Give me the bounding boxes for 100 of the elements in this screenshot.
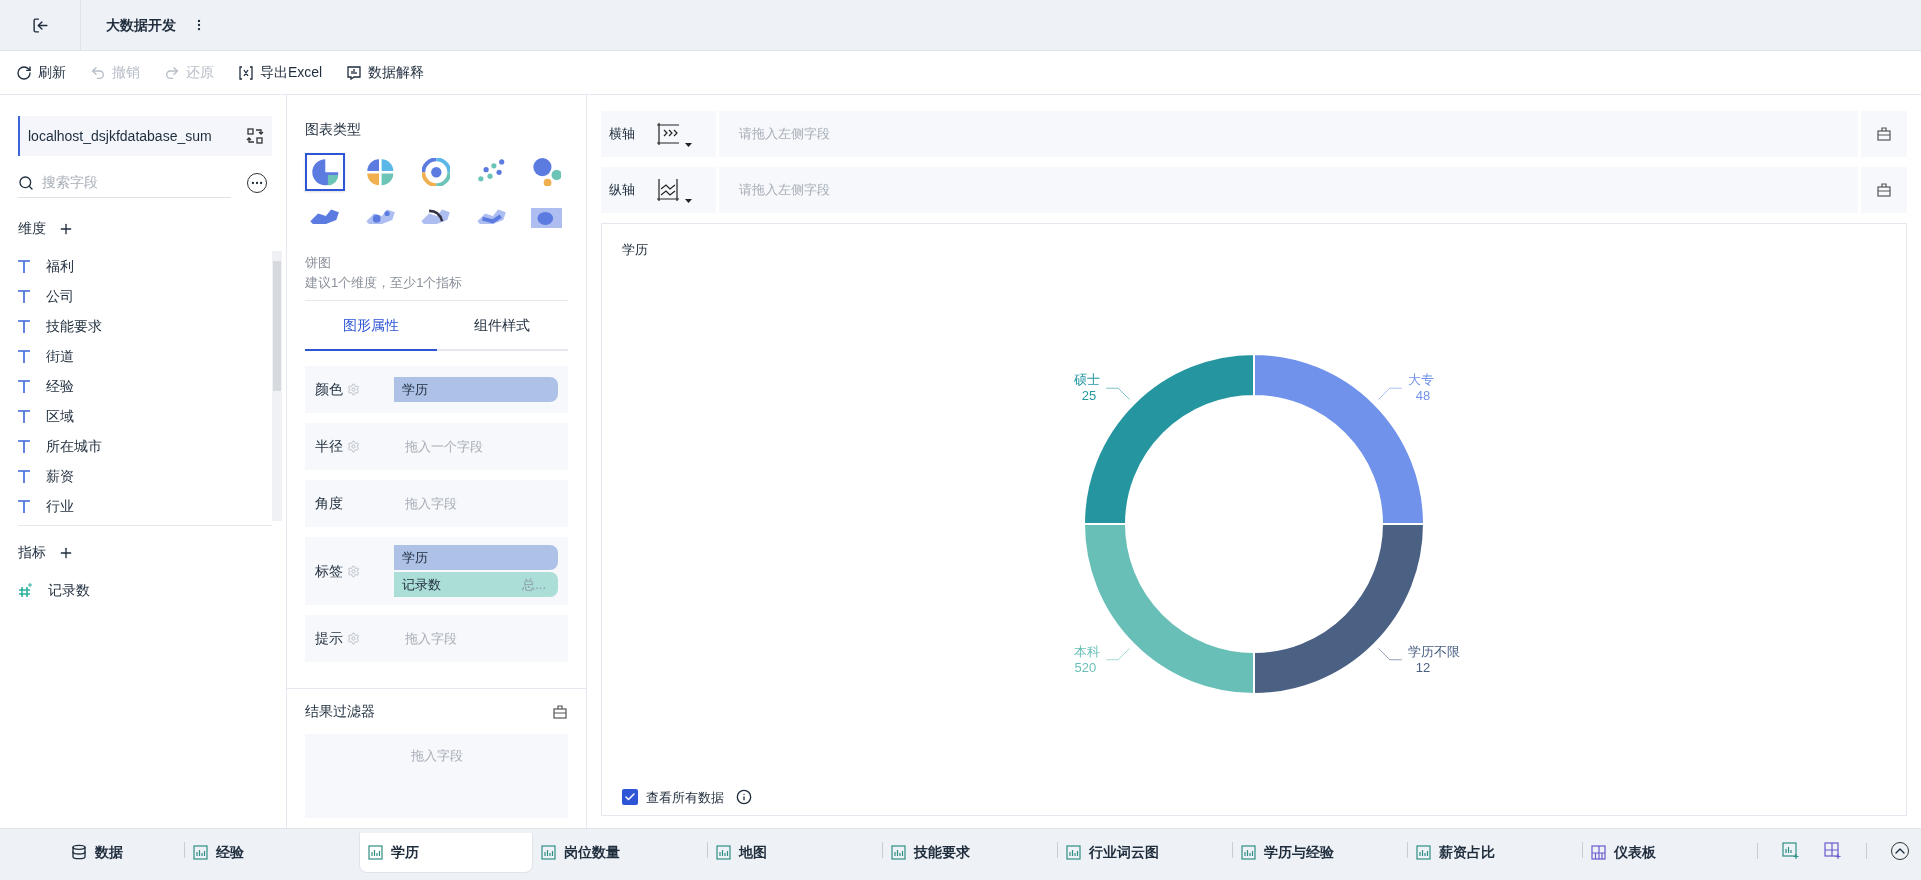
field-item[interactable]: 行业	[18, 491, 272, 521]
sheet-tab[interactable]: 薪资占比	[1408, 832, 1582, 872]
data-source[interactable]: localhost_dsjkfdatabase_sum	[18, 116, 272, 156]
field-item[interactable]: 薪资	[18, 461, 272, 491]
search-icon	[18, 174, 34, 191]
field-item[interactable]: 经验	[18, 371, 272, 401]
drop-placeholder: 拖入字段	[410, 747, 463, 765]
caret-icon	[685, 199, 692, 203]
field-item[interactable]: 区域	[18, 401, 272, 431]
aggregation-label: 总...	[522, 575, 546, 594]
chart-type-icon	[421, 157, 451, 187]
field-name: 技能要求	[46, 316, 102, 336]
text-type-icon	[18, 379, 30, 393]
search-field[interactable]: 搜索字段	[18, 168, 231, 198]
field-name: 经验	[46, 376, 74, 396]
field-item[interactable]: 福利	[18, 251, 272, 281]
switch-icon[interactable]	[246, 127, 264, 145]
property-drop-field[interactable]: 角度 拖入字段	[305, 480, 568, 527]
sheet-tab[interactable]: 技能要求	[883, 832, 1057, 872]
drop-placeholder: 拖入字段	[405, 494, 457, 513]
sheet-tab[interactable]: 行业词云图	[1058, 832, 1232, 872]
axis-tool-area[interactable]	[1861, 167, 1907, 213]
caret-icon	[685, 143, 692, 147]
spreadsheet-icon	[238, 64, 254, 81]
field-item[interactable]: 所在城市	[18, 431, 272, 461]
sheet-tab[interactable]: 岗位数量	[533, 832, 707, 872]
axis-icon	[655, 177, 681, 203]
toolbox-icon	[1876, 182, 1892, 198]
section-title: 指标	[18, 543, 46, 562]
leader-line	[1377, 387, 1403, 400]
chart-hint: 建议1个维度，至少1个指标	[305, 273, 464, 292]
text-type-icon	[18, 409, 30, 423]
slice-label: 学历不限	[1407, 643, 1460, 659]
database-icon	[71, 844, 87, 860]
info-icon[interactable]	[736, 789, 752, 806]
axis-tool-area[interactable]	[1861, 111, 1907, 157]
refresh-icon	[16, 64, 32, 81]
property-drop-field[interactable]: 标签 学历 记录数 总...	[305, 537, 568, 605]
axis-type-button[interactable]	[655, 121, 692, 147]
bar-chart-icon	[1066, 844, 1081, 860]
chart-type-icon	[532, 157, 561, 187]
field-item[interactable]: 公司	[18, 281, 272, 311]
toolbox-icon[interactable]	[552, 703, 568, 720]
text-type-icon	[18, 469, 30, 483]
bar-chart-icon	[1241, 844, 1256, 860]
config-tab[interactable]: 组件样式	[436, 301, 568, 351]
chart-type-icon	[531, 207, 563, 229]
axis-type-button[interactable]	[655, 177, 692, 203]
chart-type-button[interactable]	[305, 153, 345, 191]
field-item[interactable]: 街道	[18, 341, 272, 371]
redo-icon	[164, 64, 180, 81]
config-tab[interactable]: 图形属性	[305, 301, 437, 351]
toolbar-button[interactable]: 刷新	[16, 62, 66, 83]
text-type-icon	[18, 349, 30, 363]
field-pill[interactable]: 学历	[394, 545, 558, 570]
axis-label: 横轴	[609, 125, 635, 144]
sheet-tab[interactable]: 学历与经验	[1233, 832, 1407, 872]
data-source-name: localhost_dsjkfdatabase_sum	[28, 126, 212, 146]
property-drop-field[interactable]: 提示 拖入字段	[305, 615, 568, 662]
leader-line	[1377, 647, 1403, 660]
exit-icon[interactable]	[31, 16, 49, 34]
toolbar-button[interactable]: 数据解释	[346, 62, 425, 83]
add-chart-icon[interactable]	[1782, 841, 1800, 860]
checkbox[interactable]	[622, 789, 638, 806]
field-item[interactable]: 技能要求	[18, 311, 272, 341]
bar-chart-icon	[716, 844, 731, 860]
property-label: 标签	[315, 561, 343, 581]
slice-value: 25	[1081, 387, 1097, 403]
bar-chart-icon	[193, 844, 208, 860]
text-type-icon	[18, 289, 30, 303]
field-name: 薪资	[46, 466, 74, 486]
toolbar-button[interactable]: 导出Excel	[238, 62, 323, 83]
property-drop-field[interactable]: 颜色 学历	[305, 366, 568, 413]
sheet-tab[interactable]: 地图	[708, 832, 882, 872]
leader-line	[1105, 647, 1131, 660]
field-name: 街道	[46, 346, 74, 366]
slice-value: 520	[1074, 659, 1097, 675]
drop-placeholder: 请拖入左侧字段	[739, 125, 830, 144]
slice-label: 大专	[1407, 371, 1434, 387]
field-name: 记录数	[48, 580, 90, 600]
field-pill[interactable]: 学历	[394, 377, 558, 402]
bar-chart-icon	[1416, 844, 1431, 860]
sheet-tab[interactable]: 学历	[359, 833, 533, 873]
chart-name: 饼图	[305, 254, 332, 272]
add-dashboard-icon[interactable]	[1824, 841, 1842, 860]
section-title: 图表类型	[305, 121, 361, 137]
toolbox-icon	[1876, 126, 1892, 142]
field-item[interactable]: 记录数	[18, 575, 272, 605]
bar-chart-icon	[541, 844, 556, 860]
field-pill[interactable]: 记录数 总...	[394, 572, 558, 597]
text-type-icon	[18, 319, 30, 333]
leader-line	[1105, 387, 1131, 400]
sheet-tab[interactable]: 仪表板	[1583, 832, 1757, 872]
sheet-tab[interactable]: 经验	[185, 832, 359, 872]
field-name: 公司	[46, 286, 74, 306]
field-name: 福利	[46, 256, 74, 276]
sheet-tab[interactable]: 数据	[10, 832, 184, 872]
search-input[interactable]: 搜索字段	[42, 172, 212, 193]
slice-value: 12	[1415, 659, 1431, 675]
undo-icon	[90, 64, 106, 81]
